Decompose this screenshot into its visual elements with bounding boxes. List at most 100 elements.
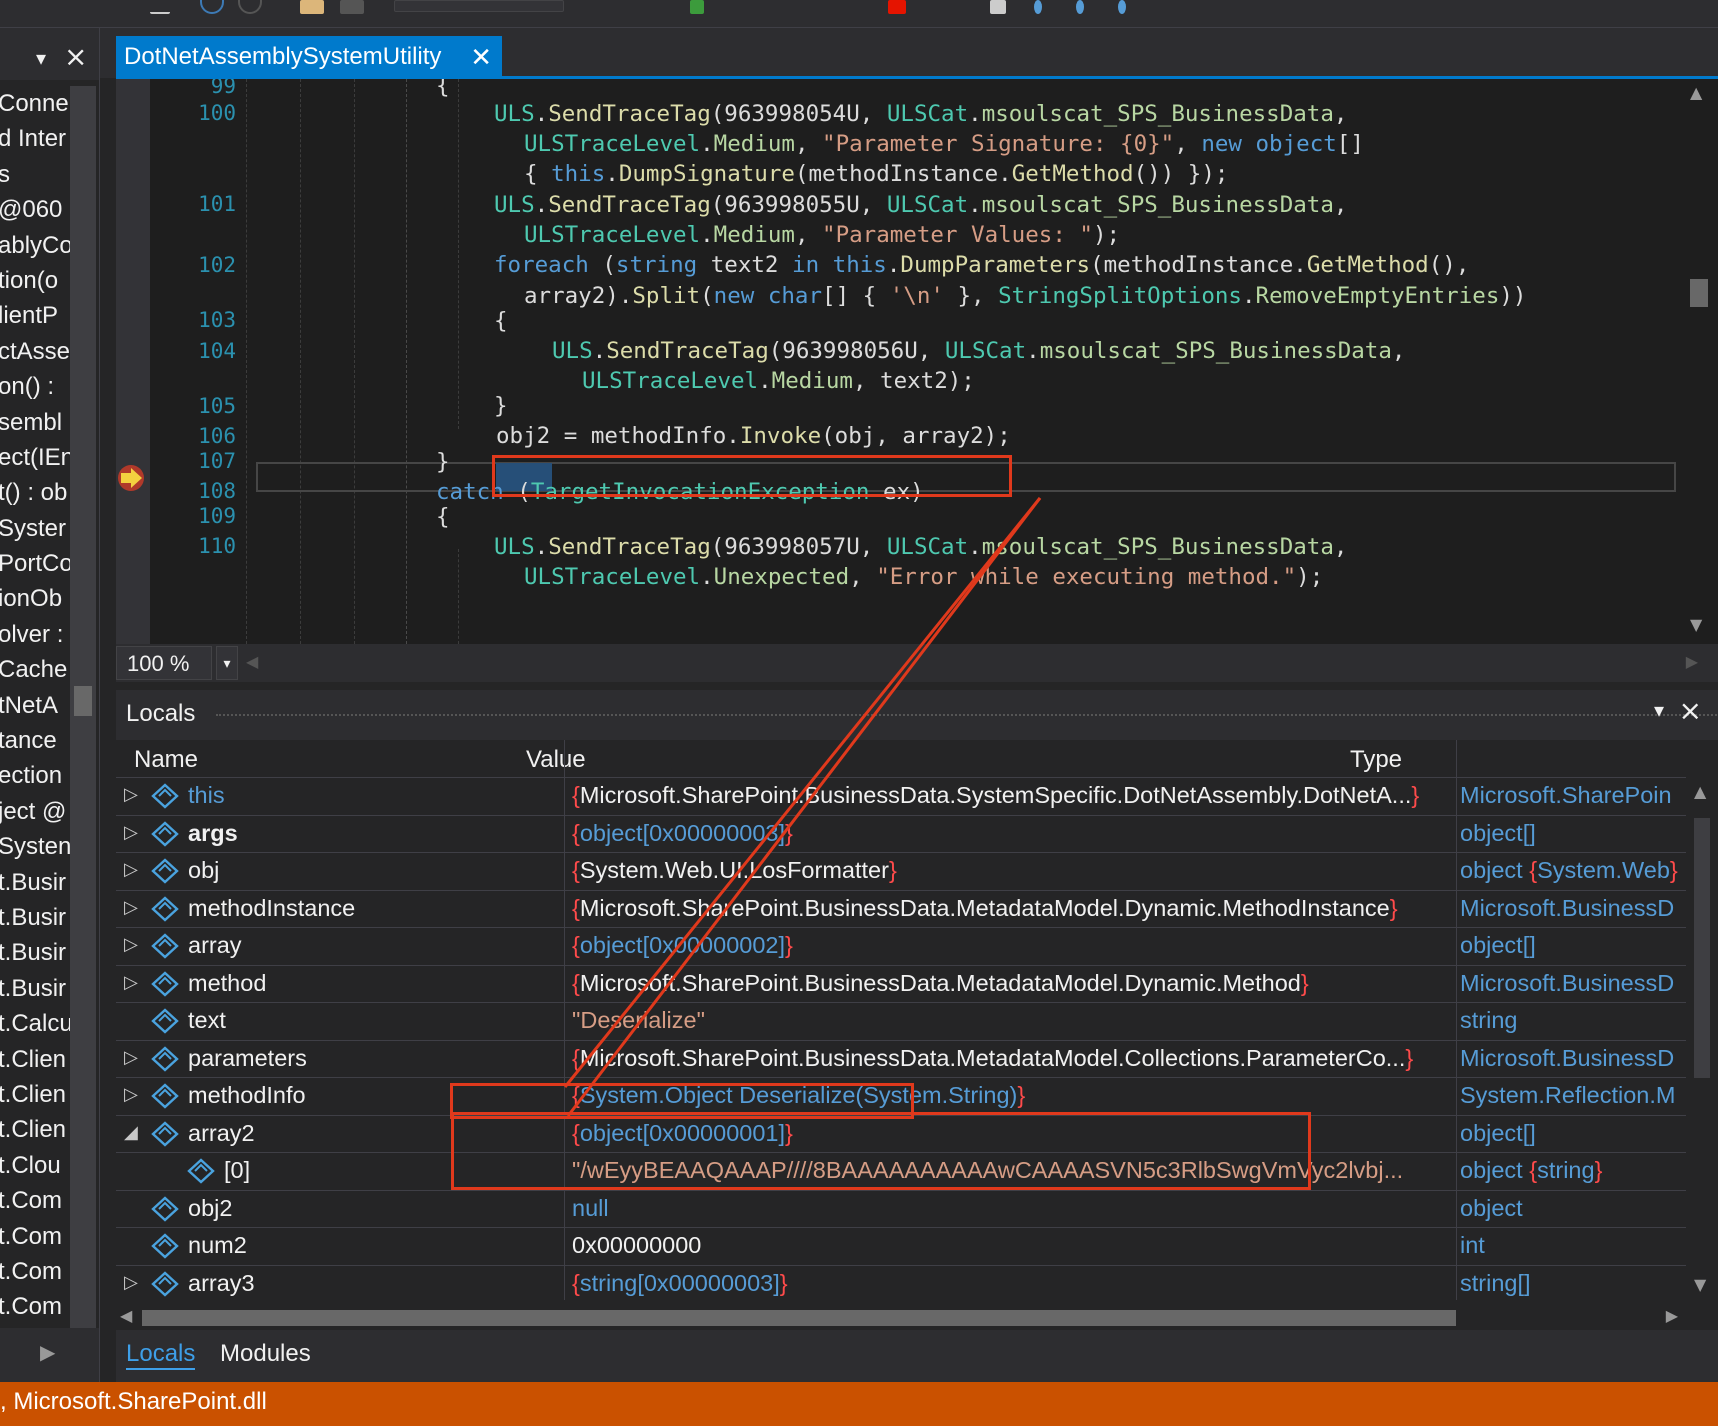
locals-row[interactable]: ▷ obj {System.Web.UI.LosFormatter} object {… [116,853,1686,891]
locals-row[interactable]: num2 0x00000000 int [116,1228,1686,1266]
variable-value[interactable]: "Deserialize" [572,1007,1472,1034]
left-panel-item[interactable]: s [0,157,70,192]
scroll-thumb[interactable] [142,1310,1456,1326]
scroll-right-icon[interactable]: ▶ [1686,652,1698,671]
left-panel-item[interactable]: @060 [0,192,70,227]
left-panel-item[interactable]: tance [0,723,70,758]
expand-icon[interactable]: ▷ [124,934,138,955]
toolbar-button[interactable] [990,0,1006,14]
column-header-value[interactable]: Value [526,746,586,774]
locals-row[interactable]: ▷ array3 {string[0x00000003]} string[] [116,1266,1686,1303]
left-panel-item[interactable]: PortCo [0,546,70,581]
left-panel-item[interactable]: Syster [0,511,70,546]
variable-value[interactable]: 0x00000000 [572,1232,1472,1259]
left-panel-item[interactable]: ject @ [0,794,70,829]
left-panel-item[interactable]: d Inter [0,121,70,156]
expand-icon[interactable]: ▷ [124,822,138,843]
column-header-name[interactable]: Name [134,746,198,774]
locals-row[interactable]: ▷ array {object[0x00000002]} object[] [116,928,1686,966]
locals-horizontal-scrollbar[interactable]: ◀ ▶ [116,1302,1718,1332]
locals-row[interactable]: ▷ methodInstance {Microsoft.SharePoint.Bus… [116,891,1686,928]
locals-row[interactable]: obj2 null object [116,1191,1686,1228]
left-panel-item[interactable]: t.Calcu [0,1006,70,1041]
panel-dropdown-icon[interactable]: ▾ [36,46,46,70]
toolbar-button[interactable] [200,0,224,14]
window-dropdown-icon[interactable]: ▾ [1654,698,1664,722]
variable-value[interactable]: {System.Web.UI.LosFormatter} [572,857,1472,884]
left-panel-item[interactable]: t.Clou [0,1148,70,1183]
left-panel-item[interactable]: ctAsse [0,334,70,369]
expand-icon[interactable]: ▷ [124,784,138,805]
close-tab-icon[interactable]: ✕ [470,36,492,78]
left-panel-item[interactable]: t.Busir [0,935,70,970]
left-panel-scrollbar[interactable] [70,86,96,1336]
locals-row[interactable]: text "Deserialize" string [116,1003,1686,1041]
zoom-dropdown-icon[interactable]: ▾ [216,646,238,680]
locals-row[interactable]: ▷ args {object[0x00000003]} object[] [116,816,1686,853]
stop-debugging-icon[interactable] [888,0,906,14]
close-icon[interactable]: × [64,40,87,73]
locals-row[interactable]: ▷ method {Microsoft.SharePoint.BusinessDat… [116,966,1686,1003]
scroll-down-icon[interactable]: ▼ [1690,615,1702,634]
step-into-icon[interactable] [1034,0,1042,14]
variable-value[interactable]: {object[0x00000002]} [572,932,1472,959]
tab-modules[interactable]: Modules [220,1340,311,1368]
variable-value[interactable]: {Microsoft.SharePoint.BusinessData.Metad… [572,970,1472,997]
toolbar-dropdown[interactable] [394,0,564,12]
left-panel-item[interactable]: t.Busir [0,865,70,900]
expand-icon[interactable]: ▷ [124,1272,138,1293]
step-out-icon[interactable] [1118,0,1126,14]
expand-icon[interactable]: ▷ [124,972,138,993]
scroll-left-icon[interactable]: ◀ [120,1306,132,1325]
left-panel-item[interactable]: lientP [0,298,70,333]
expand-icon[interactable]: ▷ [124,1084,138,1105]
left-panel-item[interactable]: t.Com [0,1219,70,1254]
toolbar-button[interactable] [340,0,364,14]
locals-vertical-scrollbar[interactable]: ▲ ▼ [1686,778,1718,1300]
left-panel-item[interactable]: t.Clien [0,1112,70,1147]
toolbar-button[interactable] [238,0,262,14]
left-panel-item[interactable]: t.Clien [0,1077,70,1112]
code-editor[interactable]: 99 100 101 102 103 104 105 106 107 108 1… [116,79,1718,644]
left-panel-item[interactable]: sembl [0,405,70,440]
tab-locals[interactable]: Locals [126,1340,196,1370]
left-panel-item[interactable]: t.Com [0,1289,70,1324]
editor-vertical-scrollbar[interactable]: ▲ ▼ [1680,79,1718,644]
left-panel-item[interactable]: ect(IEn [0,440,70,475]
tab-dotnetassemblysystemutility[interactable]: DotNetAssemblySystemUtility ✕ [116,36,502,78]
variable-value[interactable]: {object[0x00000003]} [572,820,1472,847]
collapse-icon[interactable]: ◢ [124,1122,138,1143]
continue-icon[interactable] [690,0,704,14]
left-panel-item[interactable]: tion(o [0,263,70,298]
variable-value[interactable]: {Microsoft.SharePoint.BusinessData.Metad… [572,1045,1472,1072]
chevron-right-icon[interactable]: ▶ [40,1340,55,1364]
left-panel-item[interactable]: t.Busir [0,900,70,935]
toolbar-button[interactable] [150,0,170,14]
toolbar-button[interactable] [300,0,324,14]
left-panel-item[interactable]: ionOb [0,581,70,616]
scroll-thumb[interactable] [1690,279,1708,307]
left-panel-item[interactable]: t.Com [0,1254,70,1289]
column-header-type[interactable]: Type [1350,746,1402,774]
left-panel-item[interactable]: ablyCo [0,228,70,263]
expand-icon[interactable]: ▷ [124,1047,138,1068]
step-over-icon[interactable] [1076,0,1084,14]
left-panel-item[interactable]: tNetA [0,688,70,723]
variable-value[interactable]: null [572,1195,1472,1222]
left-panel-item[interactable]: Systen [0,829,70,864]
scroll-down-icon[interactable]: ▼ [1694,1275,1706,1294]
scroll-thumb[interactable] [1694,818,1710,1078]
left-panel-item[interactable]: t.Com [0,1183,70,1218]
left-panel-item[interactable]: Conne [0,86,70,121]
variable-value[interactable]: {Microsoft.SharePoint.BusinessData.Metad… [572,895,1472,922]
zoom-level[interactable]: 100 % [116,646,212,680]
left-panel-item[interactable]: olver : [0,617,70,652]
scroll-thumb[interactable] [74,686,92,716]
scroll-up-icon[interactable]: ▲ [1694,782,1706,801]
left-panel-item[interactable]: t() : ob [0,475,70,510]
expand-icon[interactable]: ▷ [124,859,138,880]
left-panel-item[interactable]: t.Clien [0,1042,70,1077]
variable-value[interactable]: {string[0x00000003]} [572,1270,1472,1297]
left-panel-item[interactable]: ection [0,758,70,793]
scroll-up-icon[interactable]: ▲ [1690,83,1702,102]
